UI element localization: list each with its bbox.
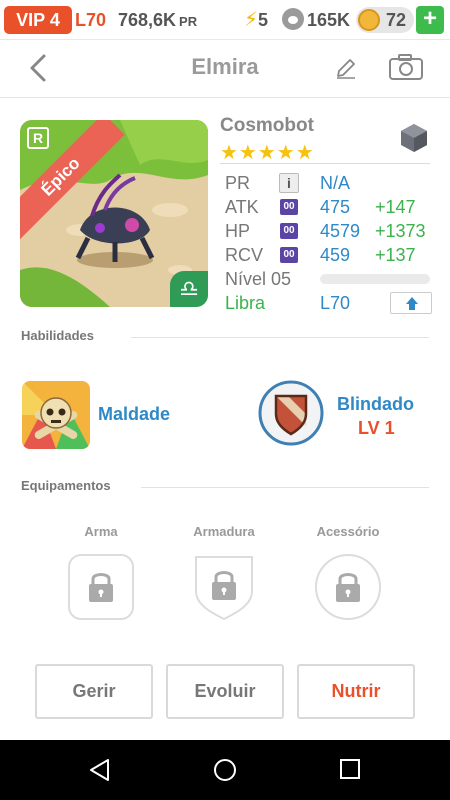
hp-box: 00 xyxy=(280,223,298,239)
page-title: Elmira xyxy=(191,54,259,79)
star-rating: ★★★★★ xyxy=(220,142,315,164)
active-skill-name[interactable]: Blindado xyxy=(337,394,414,415)
section-divider xyxy=(131,337,429,338)
stats-divider xyxy=(220,163,430,164)
libra-icon: ♎ xyxy=(170,271,208,307)
skull-icon[interactable] xyxy=(22,381,90,449)
weapon-slot[interactable] xyxy=(67,553,135,621)
nav-recents-icon[interactable] xyxy=(339,758,361,780)
nav-home-icon[interactable] xyxy=(213,758,237,782)
atk-box: 00 xyxy=(280,199,298,215)
equipment-section-header: Equipamentos xyxy=(21,478,429,496)
gem-value: 72 xyxy=(386,10,407,30)
accessory-slot[interactable] xyxy=(314,553,382,621)
pr-value: N/A xyxy=(320,173,351,193)
feed-button[interactable]: Nutrir xyxy=(297,664,415,719)
gold-counter: 768,6K PR xyxy=(118,6,197,34)
metal-element-icon xyxy=(401,124,427,152)
section-divider xyxy=(141,487,429,488)
atk-value: 475 xyxy=(320,197,351,217)
leader-skill-art xyxy=(22,381,90,449)
hp-value: 4579 xyxy=(320,221,361,241)
atk-bonus: +147 xyxy=(375,197,416,217)
monster-portrait[interactable]: R Épico ♎ xyxy=(20,120,208,307)
coin-icon xyxy=(358,9,380,31)
food-counter: 165K xyxy=(282,6,350,34)
rcv-value: 459 xyxy=(320,245,351,265)
paw-icon xyxy=(282,8,304,30)
xp-progress-bar xyxy=(320,274,430,284)
rcv-box: 00 xyxy=(280,247,298,263)
equipment-heading: Equipamentos xyxy=(21,478,121,493)
armor-slot-label: Armadura xyxy=(193,524,255,539)
rarity-letter: R xyxy=(27,127,49,149)
gold-unit: PR xyxy=(179,14,198,29)
rcv-label: RCV xyxy=(225,245,264,265)
leader-skill-name[interactable]: Maldade xyxy=(98,404,170,425)
energy-counter: ⚡5 xyxy=(244,6,268,34)
gem-counter: 72 xyxy=(356,7,414,33)
skills-heading: Habilidades xyxy=(21,328,104,343)
energy-value: 5 xyxy=(258,10,269,30)
nav-back-icon[interactable] xyxy=(88,758,112,782)
monster-name: Cosmobot xyxy=(220,115,314,136)
player-level: L70 xyxy=(75,10,107,30)
shield-icon[interactable] xyxy=(258,380,324,446)
max-level: L70 xyxy=(320,293,351,313)
accessory-slot-label: Acessório xyxy=(316,524,380,539)
vip-badge[interactable]: VIP 4 xyxy=(4,6,72,34)
info-icon[interactable]: i xyxy=(279,173,299,193)
edit-icon[interactable] xyxy=(334,56,358,80)
manage-button[interactable]: Gerir xyxy=(35,664,153,719)
active-skill-level: LV 1 xyxy=(358,418,395,438)
status-bar: VIP 4 L70 768,6K PR ⚡5 165K 72 + xyxy=(0,0,450,40)
pr-label: PR xyxy=(225,173,251,193)
food-value: 165K xyxy=(307,10,351,30)
gold-value: 768,6K xyxy=(118,10,177,30)
bolt-icon: ⚡ xyxy=(244,9,259,31)
system-navigation-bar xyxy=(0,740,450,800)
level-up-button[interactable] xyxy=(390,292,432,314)
skills-section-header: Habilidades xyxy=(21,328,429,346)
add-currency-button[interactable]: + xyxy=(416,6,444,34)
atk-label: ATK xyxy=(225,197,259,217)
sign-label: Libra xyxy=(225,293,266,313)
hp-bonus: +1373 xyxy=(375,221,426,241)
page-header: Elmira xyxy=(0,40,450,98)
level-label: Nível 05 xyxy=(225,269,292,289)
rcv-bonus: +137 xyxy=(375,245,416,265)
hp-label: HP xyxy=(225,221,251,241)
weapon-slot-label: Arma xyxy=(84,524,118,539)
armor-slot[interactable] xyxy=(190,553,258,621)
camera-icon[interactable] xyxy=(388,53,424,81)
active-skill-art xyxy=(258,380,324,446)
evolve-button[interactable]: Evoluir xyxy=(166,664,284,719)
